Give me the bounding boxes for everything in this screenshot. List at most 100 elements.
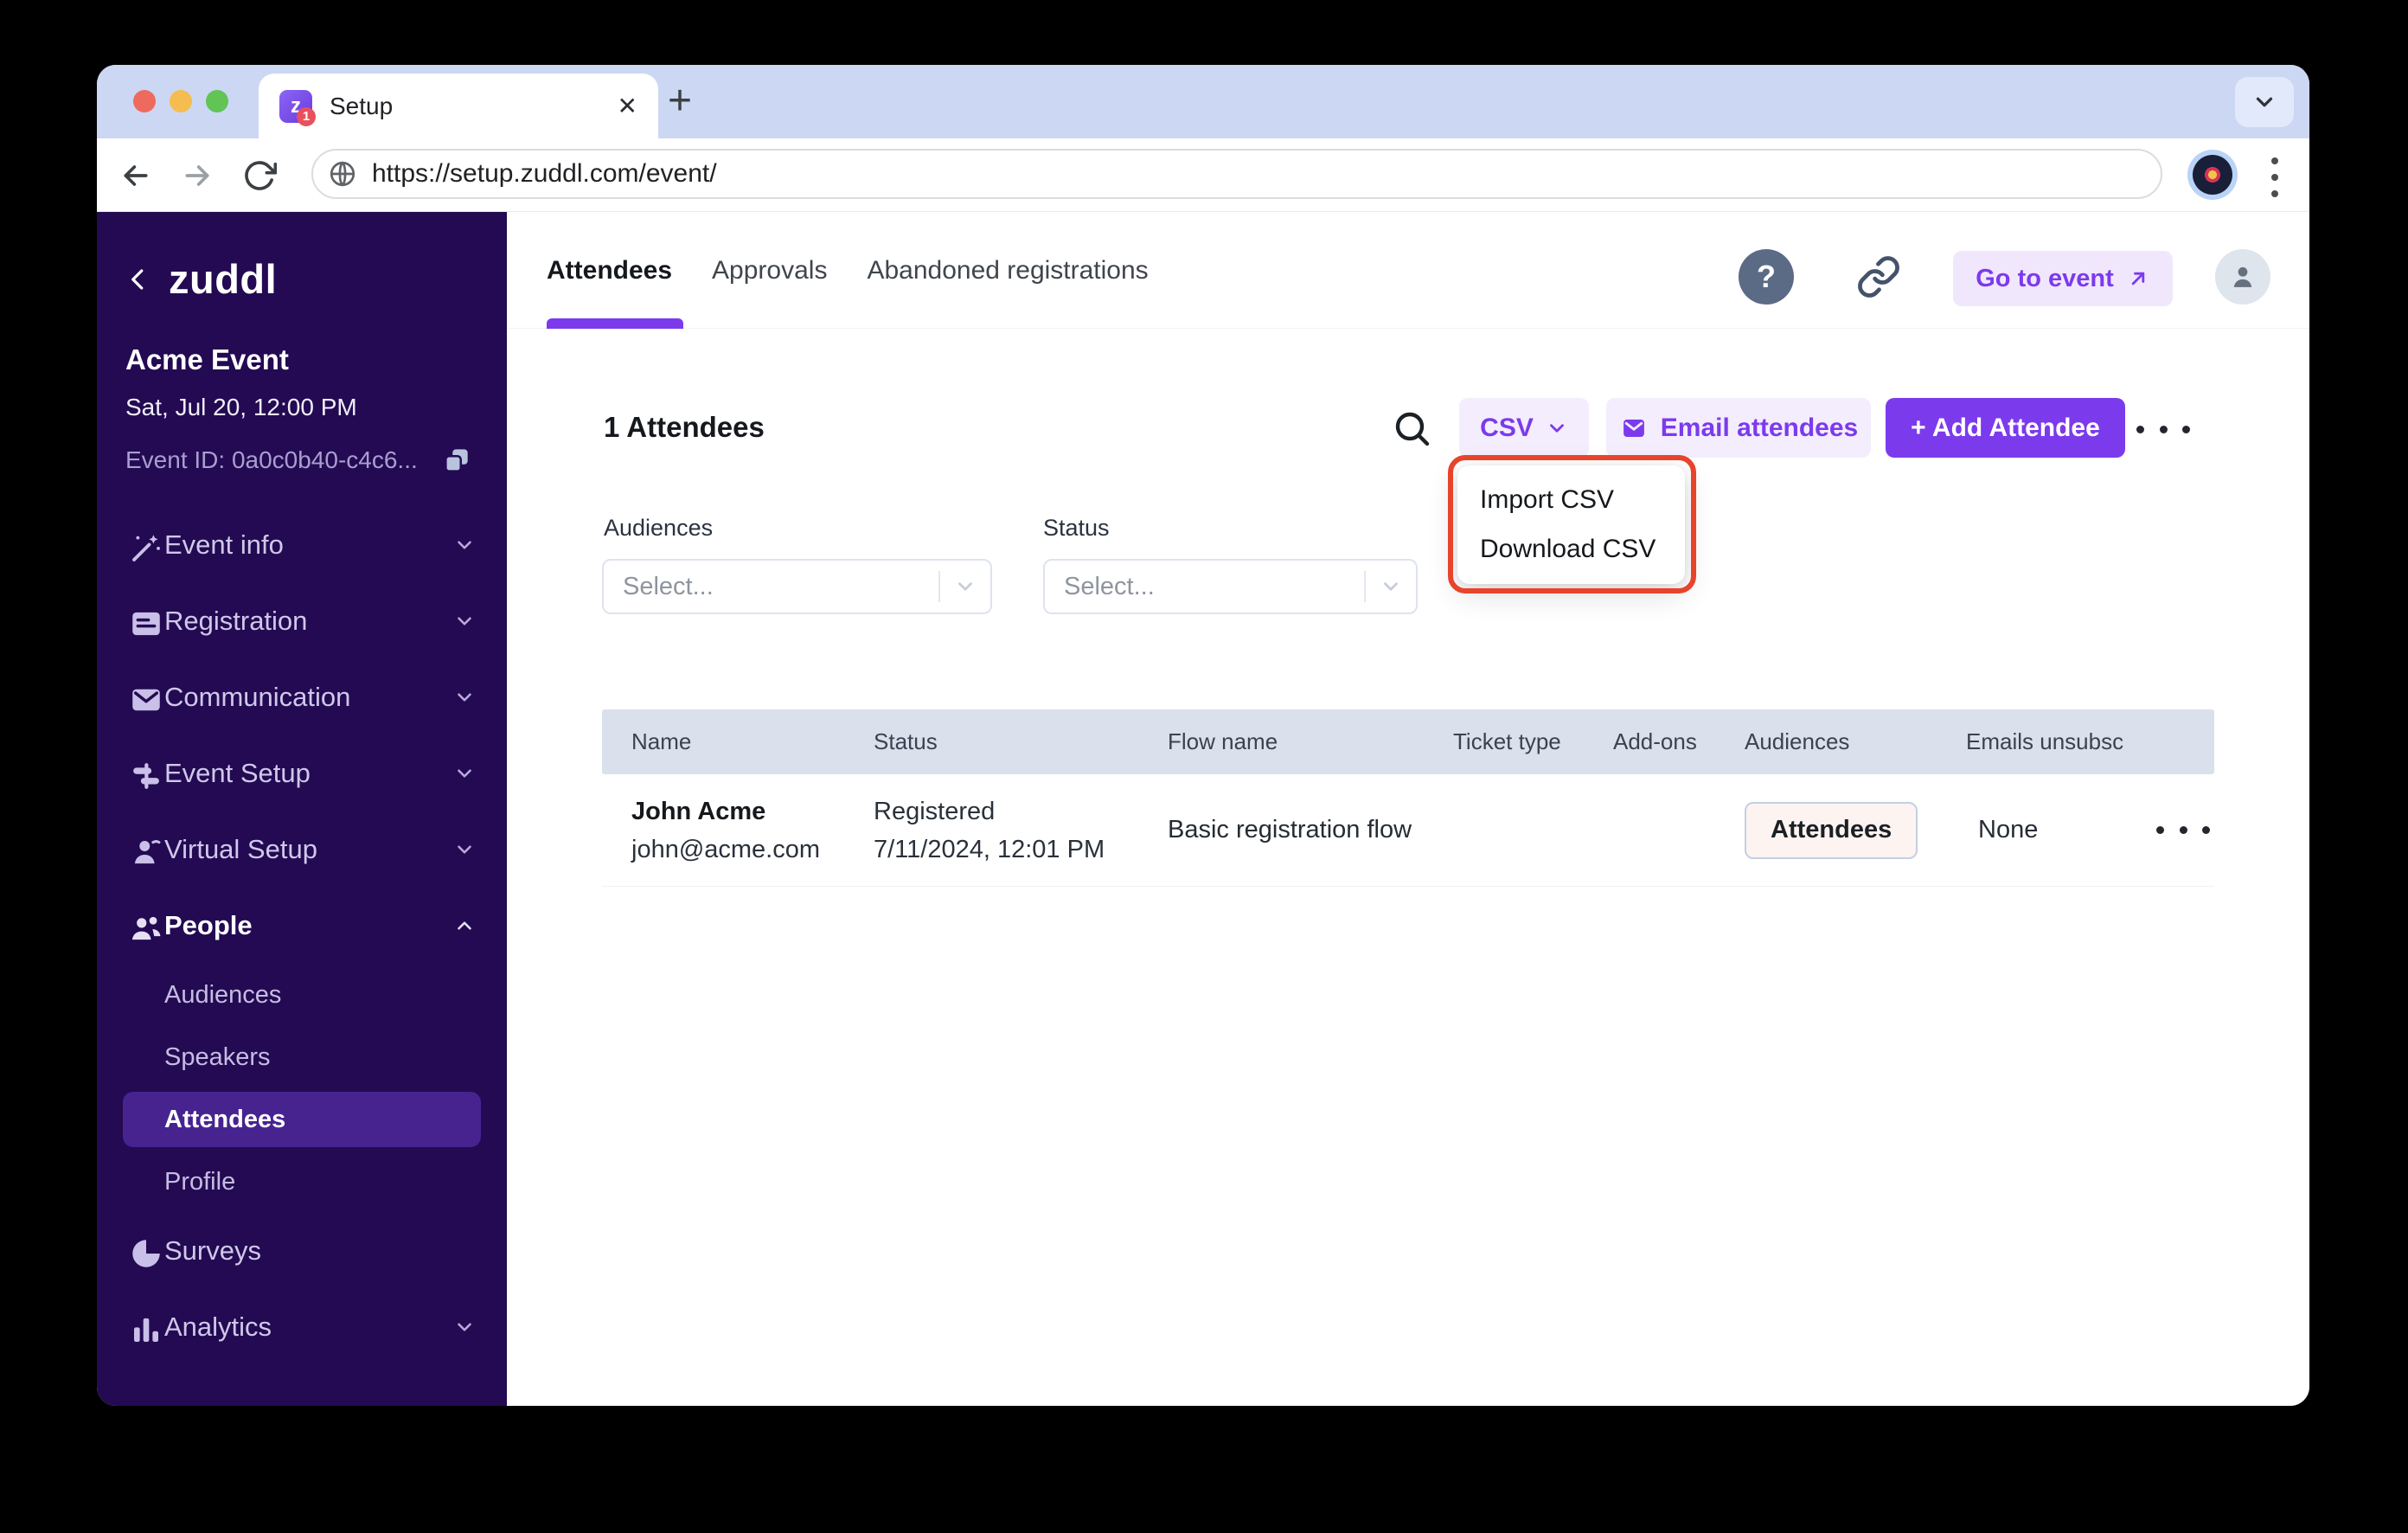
logo-row[interactable]: zuddl bbox=[125, 255, 277, 303]
zuddl-favicon-icon: z 1 bbox=[279, 89, 316, 126]
chevron-down-icon bbox=[453, 534, 476, 556]
sidebar-item-registration[interactable]: Registration bbox=[97, 583, 507, 659]
sidebar-item-event-setup[interactable]: Event Setup bbox=[97, 735, 507, 811]
tab-approvals[interactable]: Approvals bbox=[712, 256, 827, 285]
chevron-left-icon[interactable] bbox=[125, 266, 151, 292]
csv-button-label: CSV bbox=[1480, 413, 1534, 442]
chevron-down-icon bbox=[453, 838, 476, 861]
sidebar-item-attendees[interactable]: Attendees bbox=[123, 1092, 481, 1147]
zuddl-logo: zuddl bbox=[169, 256, 278, 302]
email-attendees-button[interactable]: Email attendees bbox=[1606, 398, 1871, 458]
chevron-down-icon bbox=[2256, 97, 2273, 107]
people-icon bbox=[128, 910, 164, 941]
attendee-name: John Acme bbox=[631, 797, 766, 825]
browser-toolbar: https://setup.zuddl.com/event/ bbox=[97, 138, 2309, 212]
sidebar-item-label: Attendees bbox=[164, 1105, 286, 1133]
external-arrow-icon bbox=[2131, 272, 2144, 285]
account-avatar[interactable] bbox=[2215, 249, 2270, 305]
copy-icon[interactable] bbox=[440, 444, 473, 477]
globe-icon bbox=[327, 158, 358, 189]
go-to-event-button[interactable]: Go to event bbox=[1953, 251, 2173, 306]
forward-icon[interactable] bbox=[180, 158, 215, 193]
sidebar-item-surveys[interactable]: Surveys bbox=[97, 1213, 507, 1289]
event-name: Acme Event bbox=[125, 343, 289, 375]
sidebar-item-label: Registration bbox=[164, 606, 308, 636]
sidebar-item-label: Profile bbox=[164, 1167, 236, 1196]
sidebar-item-label: Communication bbox=[164, 682, 351, 712]
sidebar-item-communication[interactable]: Communication bbox=[97, 659, 507, 735]
name-cell: John Acme john@acme.com bbox=[631, 792, 874, 869]
sidebar-item-label: Audiences bbox=[164, 980, 282, 1009]
tab-title: Setup bbox=[330, 92, 394, 119]
select-placeholder: Select... bbox=[1064, 572, 1155, 600]
col-audiences: Audiences bbox=[1745, 728, 1850, 754]
refresh-icon[interactable] bbox=[242, 158, 277, 193]
registered-timestamp: 7/11/2024, 12:01 PM bbox=[874, 835, 1105, 863]
search-icon[interactable] bbox=[1391, 407, 1432, 449]
sidebar: zuddl Acme Event Sat, Jul 20, 12:00 PM E… bbox=[97, 212, 507, 1406]
status-filter-select[interactable]: Select... bbox=[1043, 559, 1418, 614]
audiences-filter-label: Audiences bbox=[604, 515, 714, 541]
link-icon[interactable] bbox=[1856, 254, 1901, 299]
browser-tab[interactable]: z 1 Setup ✕ bbox=[259, 74, 658, 138]
sidebar-item-label: Virtual Setup bbox=[164, 834, 317, 864]
avatar-image bbox=[2193, 155, 2232, 195]
audiences-filter-select[interactable]: Select... bbox=[602, 559, 992, 614]
back-icon[interactable] bbox=[118, 158, 153, 193]
tab-abandoned-registrations[interactable]: Abandoned registrations bbox=[867, 256, 1148, 285]
help-icon[interactable]: ? bbox=[1739, 249, 1794, 305]
tab-attendees[interactable]: Attendees bbox=[547, 256, 672, 285]
chevron-down-icon bbox=[453, 610, 476, 632]
more-options-icon[interactable] bbox=[2136, 424, 2190, 434]
col-emails-unsubscribed: Emails unsubsc bbox=[1966, 728, 2124, 754]
attendees-table: Name Status Flow name Ticket type Add-on… bbox=[602, 709, 2214, 887]
url-bar[interactable]: https://setup.zuddl.com/event/ bbox=[311, 149, 2162, 199]
sidebar-nav: Event info Registration Communication Ev… bbox=[97, 507, 507, 1365]
sidebar-item-analytics[interactable]: Analytics bbox=[97, 1289, 507, 1365]
select-divider bbox=[938, 571, 940, 602]
bar-chart-icon bbox=[128, 1312, 164, 1343]
col-name: Name bbox=[631, 728, 692, 754]
url-text: https://setup.zuddl.com/event/ bbox=[372, 159, 717, 188]
chevron-down-icon bbox=[1549, 423, 1564, 433]
sidebar-item-people[interactable]: People bbox=[97, 888, 507, 964]
col-ticket-type: Ticket type bbox=[1453, 728, 1561, 754]
col-status: Status bbox=[874, 728, 938, 754]
browser-window: z 1 Setup ✕ + https://setup.zuddl.com/ev… bbox=[97, 65, 2309, 1406]
tab-search-chevron-button[interactable] bbox=[2235, 77, 2294, 127]
sidebar-item-speakers[interactable]: Speakers bbox=[97, 1026, 507, 1088]
status-cell: Registered 7/11/2024, 12:01 PM bbox=[874, 792, 1168, 869]
minimize-window-button[interactable] bbox=[170, 90, 192, 112]
person-icon bbox=[2233, 266, 2252, 287]
add-attendee-button[interactable]: + Add Attendee bbox=[1886, 398, 2125, 458]
close-tab-icon[interactable]: ✕ bbox=[618, 92, 637, 120]
attendee-count-title: 1 Attendees bbox=[604, 411, 765, 443]
sidebar-item-profile[interactable]: Profile bbox=[97, 1151, 507, 1213]
select-placeholder: Select... bbox=[623, 572, 714, 600]
audience-badge[interactable]: Attendees bbox=[1745, 801, 1918, 859]
sidebar-item-label: People bbox=[164, 910, 253, 940]
maximize-window-button[interactable] bbox=[206, 90, 228, 112]
event-id: Event ID: 0a0c0b40-c4c6... bbox=[125, 446, 418, 473]
status-filter-label: Status bbox=[1043, 515, 1110, 541]
wand-icon bbox=[128, 529, 164, 561]
page-tabbar: Attendees Approvals Abandoned registrati… bbox=[507, 212, 2309, 329]
csv-dropdown-button[interactable]: CSV bbox=[1459, 398, 1589, 458]
envelope-icon bbox=[1623, 419, 1644, 437]
app-content: zuddl Acme Event Sat, Jul 20, 12:00 PM E… bbox=[97, 212, 2309, 1406]
new-tab-button[interactable]: + bbox=[668, 76, 692, 126]
table-row[interactable]: John Acme john@acme.com Registered 7/11/… bbox=[602, 774, 2214, 887]
person-icon bbox=[128, 834, 164, 865]
chevron-down-icon bbox=[1384, 582, 1398, 591]
go-to-event-label: Go to event bbox=[1976, 264, 2114, 292]
favicon-badge: 1 bbox=[297, 106, 316, 126]
row-more-options-icon[interactable] bbox=[2156, 825, 2210, 836]
email-button-label: Email attendees bbox=[1660, 413, 1859, 442]
profile-avatar[interactable] bbox=[2187, 150, 2238, 200]
browser-menu-icon[interactable] bbox=[2270, 157, 2280, 197]
sidebar-item-event-info[interactable]: Event info bbox=[97, 507, 507, 583]
sidebar-item-virtual-setup[interactable]: Virtual Setup bbox=[97, 811, 507, 888]
col-flow-name: Flow name bbox=[1168, 728, 1278, 754]
sidebar-item-audiences[interactable]: Audiences bbox=[97, 964, 507, 1026]
close-window-button[interactable] bbox=[133, 90, 156, 112]
